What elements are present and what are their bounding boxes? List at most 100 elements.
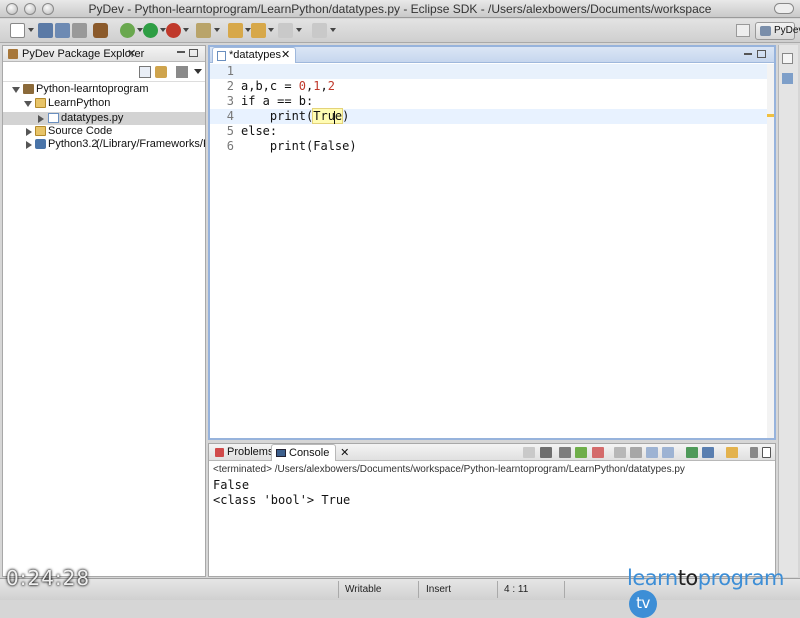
open-perspective-icon[interactable] [736, 24, 750, 37]
status-separator [418, 581, 419, 598]
run-icon[interactable] [143, 23, 158, 38]
pin-console-icon[interactable] [686, 447, 698, 458]
console-tabbar: Problems Console ✕ [209, 444, 775, 461]
code-editor[interactable]: *datatypes ✕ 1 2 3 4 5 6 a,b,c = 0,1,2 i… [208, 45, 776, 440]
status-separator [497, 581, 498, 598]
pydev-perspective-icon [760, 26, 771, 36]
new-file-icon[interactable] [10, 23, 25, 38]
tab-label: Console [289, 447, 330, 459]
line-number: 6 [226, 139, 234, 153]
display-console-icon[interactable] [702, 447, 714, 458]
open-console-icon[interactable] [726, 447, 738, 458]
outline-icon[interactable] [782, 73, 793, 84]
python-file-icon [48, 113, 59, 123]
toolbar-toggle-button[interactable] [774, 3, 794, 14]
console-output[interactable]: False <class 'bool'> True [213, 478, 350, 508]
show-on-stderr-icon[interactable] [662, 447, 674, 458]
overview-ruler[interactable] [767, 64, 774, 438]
maximize-icon[interactable] [762, 447, 771, 458]
save-all-icon[interactable] [55, 23, 70, 38]
collapse-arrow-icon[interactable] [26, 141, 32, 149]
package-explorer-panel: PyDev Package Explorer ✕ Python-learntop… [2, 45, 206, 577]
console-icon [276, 449, 286, 457]
link-with-editor-icon[interactable] [155, 66, 167, 78]
tree-item-label: Source Code [48, 125, 113, 137]
open-type-icon[interactable] [93, 23, 108, 38]
previous-annotation-dropdown-icon[interactable] [268, 28, 274, 32]
minimize-icon[interactable] [744, 53, 752, 55]
show-on-stdout-icon[interactable] [646, 447, 658, 458]
collapse-arrow-icon[interactable] [38, 115, 44, 123]
view-menu-icon[interactable] [194, 69, 202, 74]
editor-tabbar: *datatypes ✕ [210, 47, 774, 63]
forward-dropdown-icon[interactable] [330, 28, 336, 32]
annotation-dropdown-icon[interactable] [214, 28, 220, 32]
editor-tab-label: *datatypes [229, 49, 281, 61]
tab-datatypes[interactable]: *datatypes ✕ [212, 47, 296, 63]
tree-item-project[interactable]: Python-learntoprogram [3, 83, 205, 96]
new-dropdown-icon[interactable] [28, 28, 34, 32]
tree-item-learnpython[interactable]: LearnPython [3, 97, 205, 110]
window-title: PyDev - Python-learntoprogram/LearnPytho… [88, 2, 712, 16]
line-number: 5 [226, 124, 234, 138]
code-line[interactable]: a,b,c = 0,1,2 [241, 79, 335, 94]
print-icon[interactable] [72, 23, 87, 38]
back-dropdown-icon[interactable] [296, 28, 302, 32]
external-tools-icon[interactable] [166, 23, 181, 38]
collapse-arrow-icon[interactable] [26, 128, 32, 136]
debug-icon[interactable] [120, 23, 135, 38]
maximize-icon[interactable] [189, 49, 198, 57]
word-wrap-icon[interactable] [630, 447, 642, 458]
tree-item-datatypes[interactable]: datatypes.py [3, 112, 205, 125]
python-interpreter-icon [35, 139, 46, 149]
brand-learn: learn [627, 566, 678, 590]
tree-item-label: Python3.2 [48, 138, 98, 150]
tree-item-python-interpreter[interactable]: Python3.2 (/Library/Frameworks/Pyt [3, 138, 205, 151]
terminated-path: <terminated> /Users/alexbowers/Documents… [213, 464, 685, 475]
remove-all-terminated-icon[interactable] [559, 447, 571, 458]
clear-console-icon[interactable] [592, 447, 604, 458]
brand-to: to [677, 566, 699, 590]
text-caret [334, 111, 335, 124]
package-explorer-toolbar [3, 62, 205, 82]
code-line[interactable]: if a == b: [241, 94, 313, 109]
expand-arrow-icon[interactable] [12, 87, 20, 93]
tree-item-label: LearnPython [48, 97, 111, 109]
project-icon [23, 84, 34, 94]
focus-icon[interactable] [176, 66, 188, 78]
tree-item-source-code[interactable]: Source Code [3, 125, 205, 138]
video-timestamp: 0:24:28 [6, 566, 91, 590]
scroll-lock-icon[interactable] [614, 447, 626, 458]
minimize-icon[interactable] [177, 51, 185, 53]
status-separator [338, 581, 339, 598]
folder-icon [35, 126, 46, 136]
package-explorer-title[interactable]: PyDev Package Explorer [22, 48, 144, 60]
expand-arrow-icon[interactable] [24, 101, 32, 107]
close-icon[interactable]: ✕ [281, 48, 290, 61]
terminate-icon[interactable] [523, 447, 535, 458]
next-annotation-icon[interactable] [228, 23, 243, 38]
forward-icon[interactable] [312, 23, 327, 38]
close-icon[interactable]: ✕ [340, 445, 349, 461]
line-number: 4 [226, 109, 234, 123]
tab-console[interactable]: Console ✕ [271, 444, 349, 461]
brand-watermark: learntoprogram tv [627, 566, 800, 618]
code-line[interactable]: print(False) [241, 139, 357, 154]
python-file-icon [217, 51, 226, 61]
close-icon[interactable]: ✕ [127, 47, 136, 60]
occurrence-marker[interactable] [767, 114, 774, 117]
collapse-all-icon[interactable] [139, 66, 151, 78]
remove-launch-icon[interactable] [540, 447, 552, 458]
previous-annotation-icon[interactable] [251, 23, 266, 38]
maximize-icon[interactable] [757, 50, 766, 58]
annotation-icon[interactable] [196, 23, 211, 38]
cursor-position: 4 : 11 [504, 584, 529, 595]
save-icon[interactable] [38, 23, 53, 38]
external-tools-dropdown-icon[interactable] [183, 28, 189, 32]
insert-mode-status: Insert [426, 584, 452, 595]
restore-icon[interactable] [782, 53, 793, 64]
minimize-icon[interactable] [750, 447, 758, 458]
code-line[interactable]: else: [241, 124, 277, 139]
pydev-console-icon[interactable] [575, 447, 587, 458]
back-icon[interactable] [278, 23, 293, 38]
